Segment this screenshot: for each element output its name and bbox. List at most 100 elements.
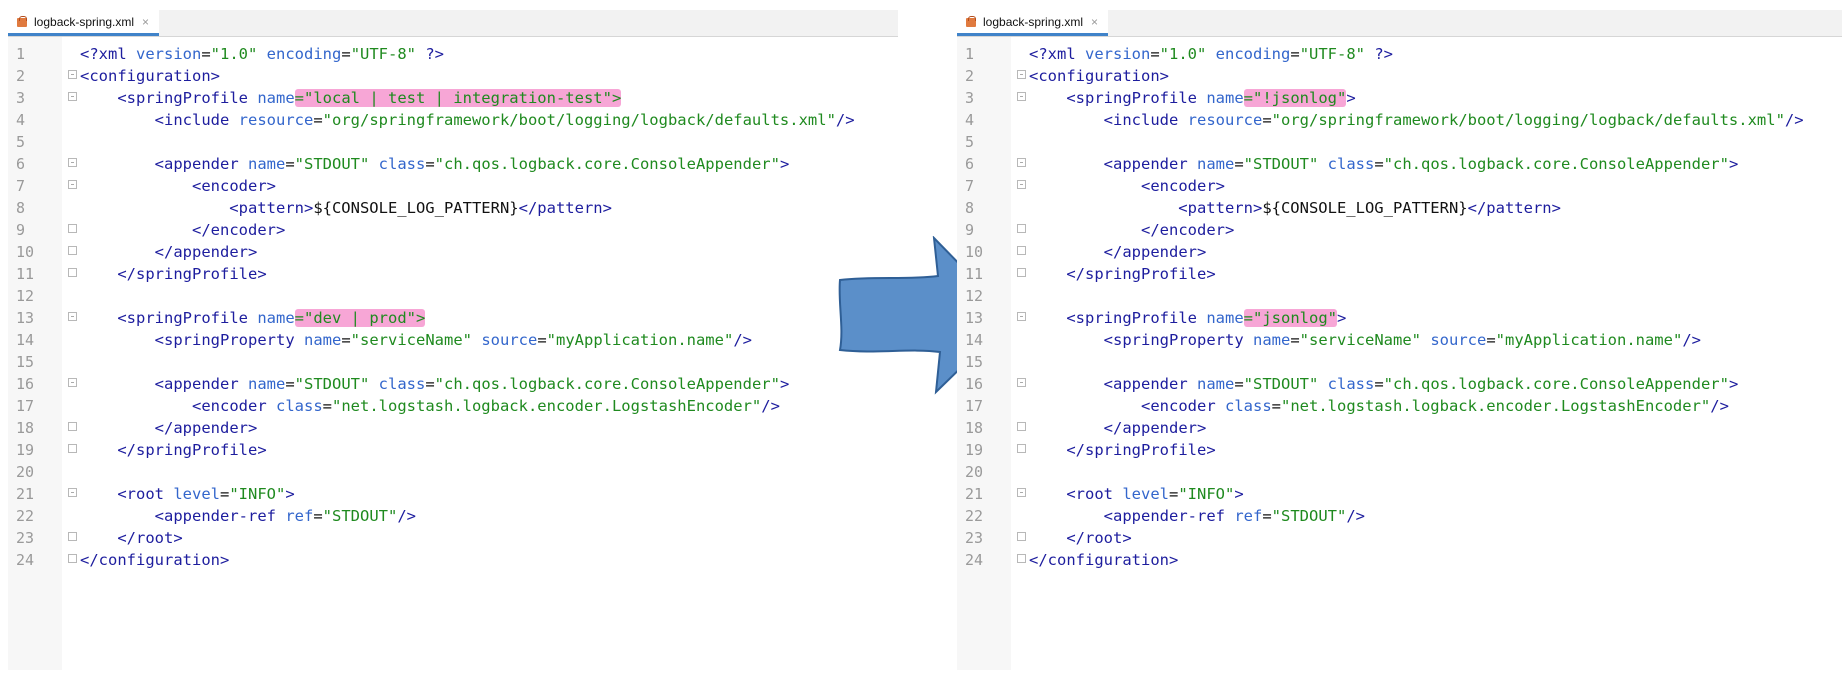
code-token: <: [80, 485, 127, 503]
code-token: </: [1029, 441, 1085, 459]
line-number: 2: [16, 67, 26, 85]
code-token: pattern: [537, 199, 603, 217]
fold-toggle-icon[interactable]: [1017, 180, 1026, 189]
code-token: =: [341, 331, 351, 349]
code-text: <encoder class="net.logstash.logback.enc…: [1029, 397, 1729, 415]
code-token: >: [266, 177, 276, 195]
code-token: appender: [164, 375, 239, 393]
line-number: 2: [965, 67, 975, 85]
code-text: <include resource="org/springframework/b…: [80, 111, 855, 129]
code-token: />: [397, 507, 416, 525]
fold-toggle-icon[interactable]: [68, 312, 77, 321]
fold-toggle-icon[interactable]: [1017, 312, 1026, 321]
code-token: "INFO": [229, 485, 286, 503]
fold-end-icon[interactable]: [68, 444, 77, 453]
code-token: >: [1196, 419, 1207, 437]
code-token: ${CONSOLE_LOG_PATTERN}: [1262, 199, 1468, 217]
code-token: <: [80, 111, 164, 129]
fold-end-icon[interactable]: [68, 422, 77, 431]
code-token: >: [1196, 243, 1207, 261]
fold-end-icon[interactable]: [1017, 444, 1026, 453]
code-token: >: [1252, 199, 1263, 217]
editor-panel-left: logback-spring.xml × 1 <?xml version="1.0…: [8, 10, 898, 670]
fold-toggle-icon[interactable]: [1017, 158, 1026, 167]
code-token: appender-ref: [1113, 507, 1225, 525]
code-token: encoding: [257, 45, 342, 63]
tab-logback-spring[interactable]: logback-spring.xml ×: [957, 10, 1109, 36]
tab-bar: logback-spring.xml ×: [957, 10, 1842, 37]
code-token: >: [210, 67, 221, 85]
code-line[interactable]: 24 </configuration>: [8, 547, 898, 573]
code-token: />: [1710, 397, 1729, 415]
code-token: "UTF-8": [350, 45, 417, 63]
close-tab-icon[interactable]: ×: [142, 15, 149, 29]
code-token: springProfile: [136, 441, 258, 459]
code-token: >: [247, 243, 258, 261]
code-token: xml: [98, 45, 127, 63]
fold-toggle-icon[interactable]: [1017, 488, 1026, 497]
tab-logback-spring[interactable]: logback-spring.xml ×: [8, 10, 160, 36]
code-text: <springProfile name="jsonlog">: [1029, 309, 1346, 327]
code-text: </springProfile>: [80, 441, 266, 459]
line-number: 7: [16, 177, 26, 195]
code-token: <: [80, 375, 164, 393]
fold-end-icon[interactable]: [68, 268, 77, 277]
fold-toggle-icon[interactable]: [68, 180, 77, 189]
fold-end-icon[interactable]: [68, 554, 77, 563]
code-token: <: [1029, 89, 1076, 107]
fold-end-icon[interactable]: [1017, 422, 1026, 431]
line-number: 22: [965, 507, 984, 525]
code-token: name: [248, 309, 295, 327]
code-token: <: [80, 67, 90, 85]
code-token: appender: [1122, 419, 1197, 437]
code-token: configuration: [1047, 551, 1169, 569]
fold-end-icon[interactable]: [1017, 224, 1026, 233]
line-number: 12: [965, 287, 984, 305]
code-token: <: [1029, 177, 1151, 195]
code-token: <: [1029, 111, 1113, 129]
code-token: appender: [173, 419, 248, 437]
code-token: >: [779, 155, 790, 173]
code-token: name: [248, 89, 295, 107]
fold-toggle-icon[interactable]: [1017, 378, 1026, 387]
code-editor[interactable]: 1 <?xml version="1.0" encoding="UTF-8" ?>…: [8, 37, 898, 670]
line-number: 18: [16, 419, 35, 437]
code-token: encoder: [201, 177, 267, 195]
code-token: "ch.qos.logback.core.ConsoleAppender": [434, 375, 780, 393]
code-token: springProfile: [1085, 441, 1207, 459]
code-token: "STDOUT": [1243, 375, 1319, 393]
line-number: 7: [965, 177, 975, 195]
code-token: "serviceName": [1299, 331, 1421, 349]
fold-toggle-icon[interactable]: [68, 92, 77, 101]
fold-toggle-icon[interactable]: [68, 378, 77, 387]
code-token: >: [285, 485, 295, 503]
fold-end-icon[interactable]: [68, 246, 77, 255]
code-token: >: [173, 529, 183, 547]
fold-toggle-icon[interactable]: [68, 158, 77, 167]
code-token: <: [1029, 485, 1076, 503]
code-token: <: [1029, 397, 1151, 415]
fold-end-icon[interactable]: [1017, 246, 1026, 255]
fold-toggle-icon[interactable]: [68, 488, 77, 497]
code-editor[interactable]: 1 <?xml version="1.0" encoding="UTF-8" ?>…: [957, 37, 1842, 670]
fold-end-icon[interactable]: [1017, 532, 1026, 541]
code-text: </springProfile>: [80, 265, 266, 283]
code-text: </appender>: [80, 419, 258, 437]
fold-toggle-icon[interactable]: [1017, 70, 1026, 79]
code-token: =: [537, 331, 547, 349]
fold-end-icon[interactable]: [68, 532, 77, 541]
code-line[interactable]: 24 </configuration>: [957, 547, 1842, 573]
code-token: <: [80, 177, 202, 195]
code-token: <: [80, 507, 164, 525]
line-number: 3: [965, 89, 975, 107]
close-tab-icon[interactable]: ×: [1091, 15, 1098, 29]
code-token: "net.logstash.logback.encoder.LogstashEn…: [1281, 397, 1711, 415]
code-token: =: [220, 485, 230, 503]
fold-end-icon[interactable]: [68, 224, 77, 233]
line-number: 16: [16, 375, 35, 393]
fold-end-icon[interactable]: [1017, 268, 1026, 277]
fold-toggle-icon[interactable]: [68, 70, 77, 79]
fold-end-icon[interactable]: [1017, 554, 1026, 563]
fold-toggle-icon[interactable]: [1017, 92, 1026, 101]
line-number: 5: [16, 133, 26, 151]
